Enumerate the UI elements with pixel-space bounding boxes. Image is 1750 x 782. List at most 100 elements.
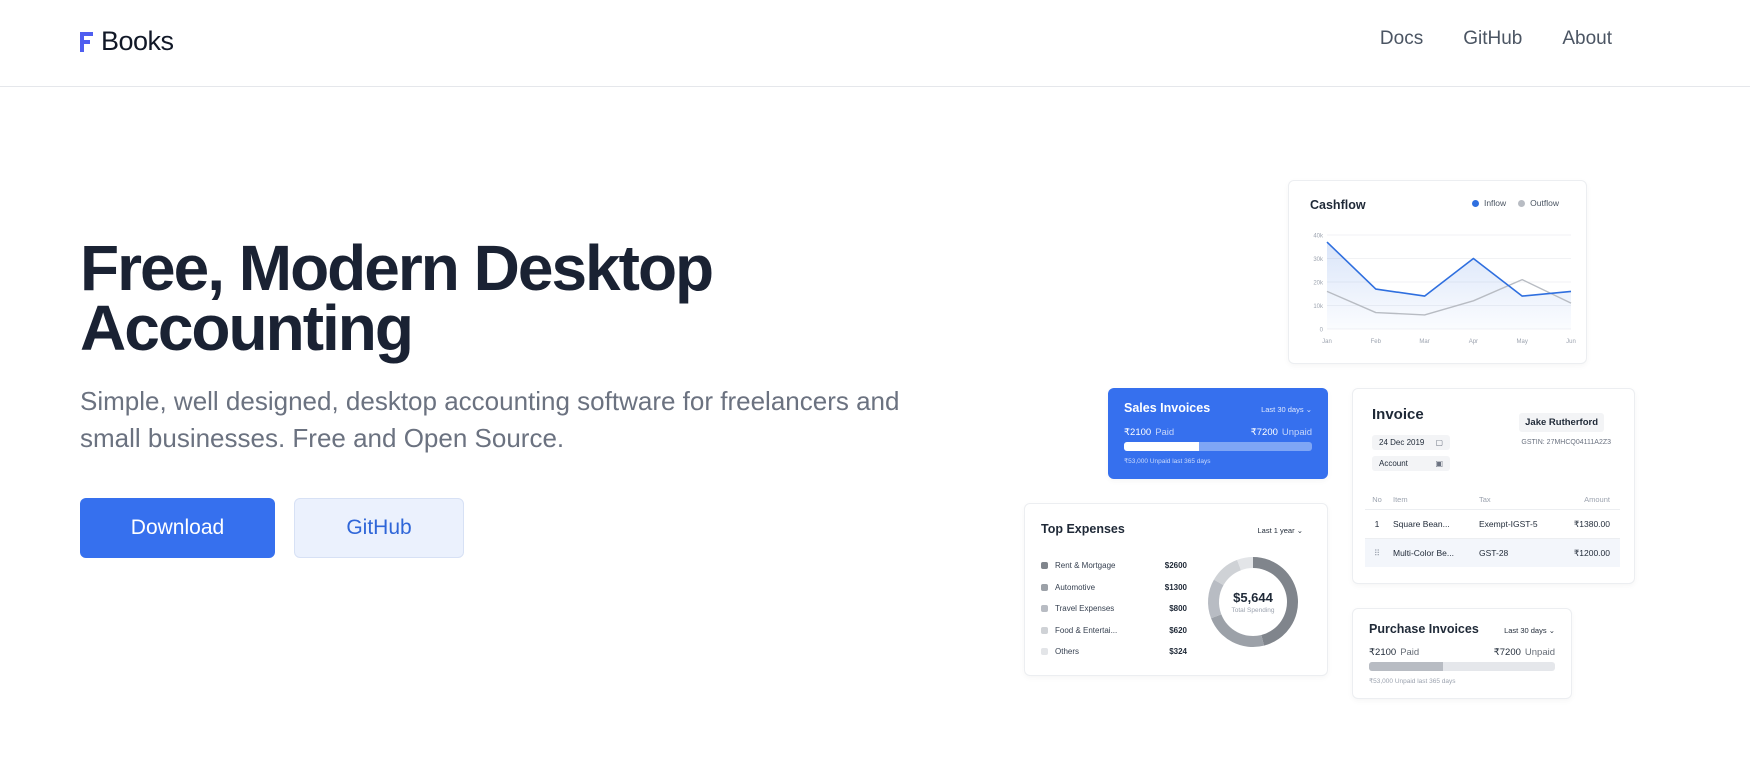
account-icon: ▣: [1435, 459, 1443, 468]
nav-github[interactable]: GitHub: [1463, 28, 1522, 50]
swatch-icon: [1041, 583, 1048, 591]
y-tick-label: 30k: [1313, 257, 1324, 263]
invoice-card: Invoice Jake Rutherford GSTIN: 27MHCQ041…: [1352, 388, 1635, 584]
expense-name: Travel Expenses: [1055, 604, 1115, 614]
invoice-title: Invoice: [1372, 406, 1424, 423]
x-tick-label: Jan: [1322, 339, 1332, 345]
chevron-down-icon: ⌄: [1305, 405, 1312, 414]
col-no: No: [1372, 494, 1382, 504]
drag-handle-icon[interactable]: ⠿: [1365, 548, 1389, 559]
legend-outflow-label: Outflow: [1530, 198, 1559, 208]
y-tick-label: 10k: [1313, 304, 1324, 310]
calendar-icon: ▢: [1435, 438, 1443, 447]
swatch-icon: [1041, 648, 1048, 656]
sales-range-label: Last 30 days: [1261, 405, 1304, 414]
expenses-range-label: Last 1 year: [1257, 526, 1295, 535]
inflow-dot-icon: [1471, 200, 1479, 207]
col-tax: Tax: [1479, 494, 1491, 504]
purchase-paid-label: Paid: [1400, 647, 1420, 658]
download-button[interactable]: Download: [80, 498, 275, 558]
invoice-table-header: No Item Tax Amount: [1365, 489, 1620, 509]
sales-paid-row: ₹2100 Paid ₹7200 Unpaid: [1124, 427, 1312, 438]
invoice-table: No Item Tax Amount 1 Square Bean... Exem…: [1365, 489, 1620, 567]
x-tick-label: Jun: [1566, 339, 1576, 345]
invoice-account-field[interactable]: Account ▣: [1372, 456, 1450, 471]
col-amount: Amount: [1584, 494, 1610, 504]
legend-inflow: Inflow: [1471, 198, 1507, 208]
row-no: 1: [1374, 519, 1380, 529]
list-item: Travel Expenses $800: [1041, 598, 1187, 620]
cashflow-chart: 40k 30k 20k 10k 0 Jan Feb Mar Apr May Jun: [1313, 234, 1576, 346]
cashflow-card: Cashflow Inflow Outflow 40k 30k 20k 10k 0 Jan…: [1288, 180, 1587, 364]
expenses-range-select[interactable]: Last 1 year ⌄: [1258, 526, 1304, 535]
row-amount: ₹1380.00: [1573, 518, 1610, 529]
invoice-date: 24 Dec 2019: [1379, 438, 1425, 447]
sales-progress-bar: [1124, 442, 1312, 451]
y-tick-label: 0: [1320, 328, 1324, 334]
chevron-down-icon: ⌄: [1296, 526, 1303, 535]
expense-value: $2600: [1164, 561, 1187, 571]
invoice-date-field[interactable]: 24 Dec 2019 ▢: [1372, 435, 1450, 450]
logo-text: Books: [101, 26, 174, 56]
sales-invoices-title: Sales Invoices: [1124, 401, 1211, 415]
purchase-invoices-title: Purchase Invoices: [1369, 622, 1479, 636]
sales-paid-label: Paid: [1155, 427, 1175, 438]
list-item: Food & Entertai... $620: [1041, 620, 1187, 642]
expenses-list: Rent & Mortgage $2600 Automotive $1300 Tra…: [1041, 555, 1187, 663]
swatch-icon: [1041, 605, 1048, 613]
expense-value: $620: [1169, 625, 1187, 635]
row-tax: GST-28: [1479, 548, 1509, 558]
total-spending-label: Total Spending: [1231, 607, 1275, 614]
main-nav: Docs GitHub About: [1380, 28, 1612, 50]
sales-paid-amount: ₹2100: [1124, 427, 1152, 438]
table-row[interactable]: 1 Square Bean... Exempt-IGST-5 ₹1380.00: [1365, 509, 1620, 538]
hero-title-line2: Accounting: [80, 292, 414, 364]
expense-value: $800: [1169, 604, 1187, 614]
purchase-progress-fill: [1369, 662, 1444, 671]
expense-value: $1300: [1164, 582, 1187, 592]
hero-title: Free, Modern Desktop Accounting: [80, 236, 780, 360]
expense-name: Food & Entertai...: [1055, 625, 1118, 635]
sales-unpaid-amount: ₹7200: [1250, 427, 1278, 438]
purchase-note: ₹53,000 Unpaid last 365 days: [1369, 678, 1456, 685]
purchase-paid-row: ₹2100 Paid ₹7200 Unpaid: [1369, 647, 1555, 658]
nav-about[interactable]: About: [1562, 28, 1612, 50]
total-spending-amount: $5,644: [1233, 590, 1273, 605]
x-tick-label: Apr: [1469, 339, 1478, 345]
hero-actions: Download GitHub: [80, 498, 464, 558]
x-tick-label: Feb: [1371, 339, 1382, 345]
site-header: Books Docs GitHub About: [0, 0, 1750, 87]
cashflow-legend: Inflow Outflow: [1471, 198, 1559, 208]
sales-note: ₹53,000 Unpaid last 365 days: [1124, 458, 1211, 465]
row-tax: Exempt-IGST-5: [1479, 519, 1538, 529]
purchase-invoices-card: Purchase Invoices Last 30 days ⌄ ₹2100 Pa…: [1352, 608, 1572, 699]
purchase-range-select[interactable]: Last 30 days ⌄: [1504, 626, 1555, 635]
invoice-gstin: GSTIN: 27MHCQ04111A2Z3: [1521, 439, 1611, 446]
expense-name: Others: [1055, 647, 1080, 657]
hero-subtitle: Simple, well designed, desktop accountin…: [80, 386, 900, 453]
x-tick-label: Mar: [1419, 339, 1429, 345]
top-expenses-card: Top Expenses Last 1 year ⌄ Rent & Mortga…: [1024, 503, 1328, 676]
github-button[interactable]: GitHub: [294, 498, 464, 558]
purchase-unpaid-amount: ₹7200: [1493, 647, 1521, 658]
purchase-progress-bar: [1369, 662, 1555, 671]
chevron-down-icon: ⌄: [1548, 626, 1555, 635]
purchase-range-label: Last 30 days: [1504, 626, 1547, 635]
invoice-account: Account: [1379, 459, 1408, 468]
expense-name: Automotive: [1055, 582, 1096, 592]
list-item: Others $324: [1041, 641, 1187, 663]
row-amount: ₹1200.00: [1573, 547, 1610, 558]
row-item: Square Bean...: [1393, 519, 1450, 529]
y-tick-label: 40k: [1313, 234, 1324, 240]
logo-link[interactable]: Books: [80, 26, 174, 57]
row-item: Multi-Color Be...: [1393, 548, 1454, 558]
sales-range-select[interactable]: Last 30 days ⌄: [1261, 405, 1312, 414]
legend-inflow-label: Inflow: [1483, 198, 1507, 208]
nav-docs[interactable]: Docs: [1380, 28, 1423, 50]
table-row[interactable]: ⠿ Multi-Color Be... GST-28 ₹1200.00: [1365, 538, 1620, 567]
invoice-party[interactable]: Jake Rutherford: [1519, 413, 1604, 432]
books-logo-icon: [80, 31, 93, 52]
purchase-paid-amount: ₹2100: [1369, 647, 1397, 658]
purchase-unpaid-label: Unpaid: [1524, 647, 1555, 658]
y-tick-label: 20k: [1313, 281, 1324, 287]
